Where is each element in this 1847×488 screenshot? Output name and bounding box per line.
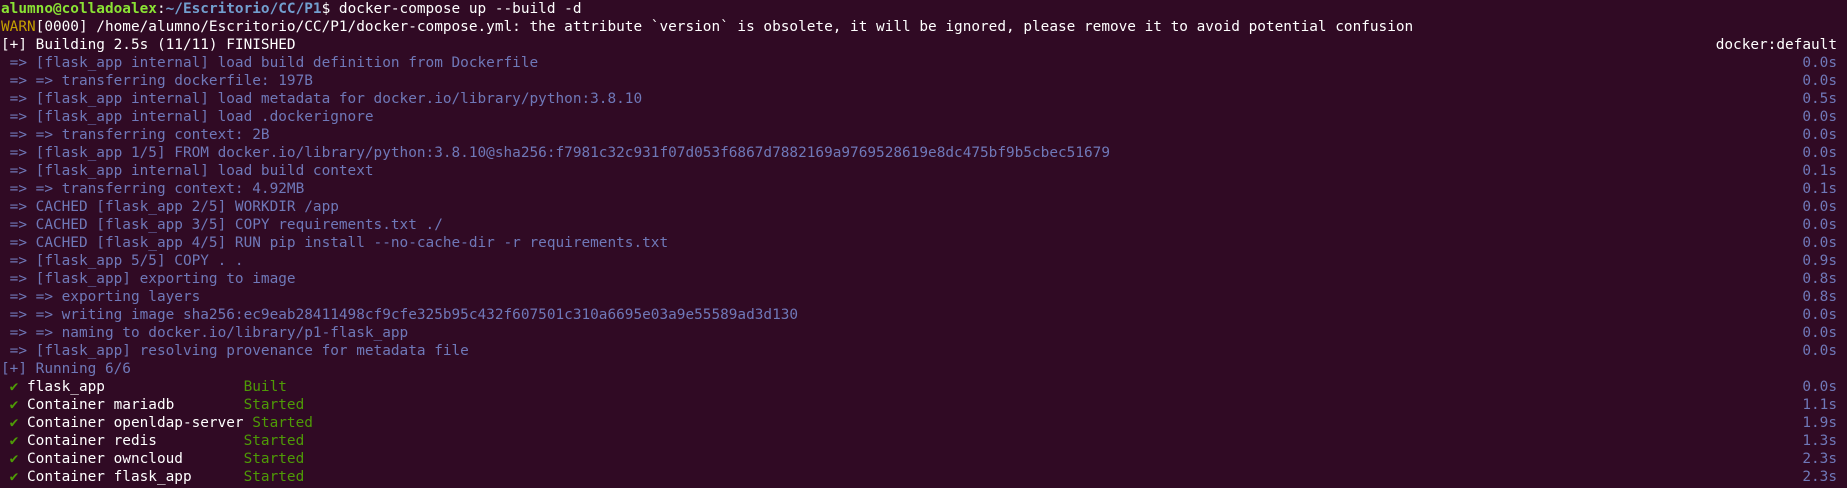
build-step-line: => [flask_app] exporting to image 0.8s (1, 270, 1847, 288)
checkmark-icon: ✔ (1, 451, 19, 467)
build-step-text: => [flask_app 5/5] COPY . . (1, 253, 244, 269)
build-step-text: => [flask_app] resolving provenance for … (1, 343, 469, 359)
build-header-line: [+] Building 2.5s (11/11) FINISHED docker… (1, 36, 1847, 54)
build-step-line: => [flask_app] resolving provenance for … (1, 342, 1847, 360)
build-step-time: 0.0s (1802, 343, 1837, 359)
build-step-line: => => transferring dockerfile: 197B 0.0s (1, 72, 1847, 90)
build-step-text: => => transferring context: 4.92MB (1, 181, 305, 197)
build-step-text: => CACHED [flask_app 4/5] RUN pip instal… (1, 235, 669, 251)
build-step-line: => => transferring context: 4.92MB 0.1s (1, 180, 1847, 198)
build-step-text: => [flask_app internal] load metadata fo… (1, 91, 643, 107)
running-header-line: [+] Running 6/6 (1, 360, 1847, 378)
service-line: ✔ Container flask_app Started 2.3s (1, 468, 1847, 486)
build-step-text: => => exporting layers (1, 289, 201, 305)
service-name: Container flask_app (18, 469, 244, 485)
build-step-time: 0.8s (1802, 271, 1837, 287)
build-step-time: 0.1s (1802, 163, 1837, 179)
build-step-line: => => exporting layers 0.8s (1, 288, 1847, 306)
build-step-text: => CACHED [flask_app 3/5] COPY requireme… (1, 217, 443, 233)
service-line: ✔ Container openldap-server Started 1.9s (1, 414, 1847, 432)
build-step-time: 0.0s (1802, 55, 1837, 71)
service-time: 0.0s (1802, 379, 1837, 395)
build-step-text: => CACHED [flask_app 2/5] WORKDIR /app (1, 199, 339, 215)
service-time: 1.3s (1802, 433, 1837, 449)
terminal-window[interactable]: alumno@colladoalex:~/Escritorio/CC/P1$ d… (0, 0, 1847, 488)
build-step-time: 0.8s (1802, 289, 1837, 305)
build-header-text: [+] Building 2.5s (11/11) FINISHED (1, 37, 296, 53)
service-status: Started (243, 451, 305, 467)
build-steps-list: => [flask_app internal] load build defin… (1, 54, 1847, 360)
checkmark-icon: ✔ (1, 469, 19, 485)
service-time: 1.9s (1802, 415, 1837, 431)
checkmark-icon: ✔ (1, 415, 19, 431)
build-context: docker:default (1715, 37, 1837, 53)
build-step-line: => CACHED [flask_app 4/5] RUN pip instal… (1, 234, 1847, 252)
service-status: Started (252, 415, 313, 431)
service-line: ✔ flask_app Built 0.0s (1, 378, 1847, 396)
build-step-time: 0.0s (1802, 109, 1837, 125)
build-step-time: 0.0s (1802, 307, 1837, 323)
build-step-time: 0.0s (1802, 217, 1837, 233)
prompt-user-host: alumno@colladoalex (1, 1, 157, 17)
service-status: Started (243, 469, 305, 485)
build-step-text: => [flask_app internal] load build conte… (1, 163, 374, 179)
services-list: ✔ flask_app Built 0.0s ✔ Container mariad… (1, 378, 1847, 486)
build-step-text: => [flask_app internal] load build defin… (1, 55, 539, 71)
build-step-line: => [flask_app 5/5] COPY . . 0.9s (1, 252, 1847, 270)
build-step-line: => => naming to docker.io/library/p1-fla… (1, 324, 1847, 342)
service-status: Started (243, 397, 305, 413)
service-name: flask_app (18, 379, 244, 395)
build-step-text: => => transferring dockerfile: 197B (1, 73, 313, 89)
build-step-line: => [flask_app 1/5] FROM docker.io/librar… (1, 144, 1847, 162)
build-step-time: 0.0s (1802, 127, 1837, 143)
checkmark-icon: ✔ (1, 433, 19, 449)
build-step-line: => [flask_app internal] load build conte… (1, 162, 1847, 180)
build-step-time: 0.9s (1802, 253, 1837, 269)
prompt-path: ~/Escritorio/CC/P1 (165, 1, 322, 17)
service-name: Container openldap-server (18, 415, 253, 431)
build-step-text: => => naming to docker.io/library/p1-fla… (1, 325, 409, 341)
service-name: Container redis (18, 433, 244, 449)
running-header-text: [+] Running 6/6 (1, 361, 131, 377)
prompt-separator: : (156, 1, 166, 17)
build-step-text: => => writing image sha256:ec9eab2841149… (1, 307, 799, 323)
prompt-command: docker-compose up --build -d (338, 1, 582, 17)
checkmark-icon: ✔ (1, 379, 19, 395)
service-name: Container owncloud (18, 451, 244, 467)
checkmark-icon: ✔ (1, 397, 19, 413)
build-step-line: => [flask_app internal] load metadata fo… (1, 90, 1847, 108)
warning-tag: WARN (1, 19, 36, 35)
build-step-line: => CACHED [flask_app 3/5] COPY requireme… (1, 216, 1847, 234)
warning-line: WARN[0000] /home/alumno/Escritorio/CC/P1… (1, 18, 1847, 36)
build-step-time: 0.0s (1802, 325, 1837, 341)
build-step-time: 0.0s (1802, 73, 1837, 89)
build-step-text: => => transferring context: 2B (1, 127, 270, 143)
build-step-time: 0.0s (1802, 145, 1837, 161)
build-step-time: 0.1s (1802, 181, 1837, 197)
service-time: 1.1s (1802, 397, 1837, 413)
service-time: 2.3s (1802, 469, 1837, 485)
build-step-text: => [flask_app 1/5] FROM docker.io/librar… (1, 145, 1110, 161)
warning-message: [0000] /home/alumno/Escritorio/CC/P1/doc… (35, 19, 1414, 35)
service-time: 2.3s (1802, 451, 1837, 467)
build-step-text: => [flask_app internal] load .dockerigno… (1, 109, 374, 125)
prompt-line: alumno@colladoalex:~/Escritorio/CC/P1$ d… (1, 0, 1847, 18)
build-step-line: => [flask_app internal] load build defin… (1, 54, 1847, 72)
build-step-text: => [flask_app] exporting to image (1, 271, 296, 287)
service-status: Started (243, 433, 305, 449)
service-line: ✔ Container owncloud Started 2.3s (1, 450, 1847, 468)
build-step-time: 0.0s (1802, 199, 1837, 215)
build-step-time: 0.0s (1802, 235, 1837, 251)
build-step-line: => [flask_app internal] load .dockerigno… (1, 108, 1847, 126)
service-status: Built (243, 379, 287, 395)
build-step-line: => CACHED [flask_app 2/5] WORKDIR /app 0.… (1, 198, 1847, 216)
service-line: ✔ Container redis Started 1.3s (1, 432, 1847, 450)
service-name: Container mariadb (18, 397, 244, 413)
build-step-line: => => transferring context: 2B 0.0s (1, 126, 1847, 144)
build-step-time: 0.5s (1802, 91, 1837, 107)
prompt-symbol: $ (321, 1, 339, 17)
build-step-line: => => writing image sha256:ec9eab2841149… (1, 306, 1847, 324)
service-line: ✔ Container mariadb Started 1.1s (1, 396, 1847, 414)
